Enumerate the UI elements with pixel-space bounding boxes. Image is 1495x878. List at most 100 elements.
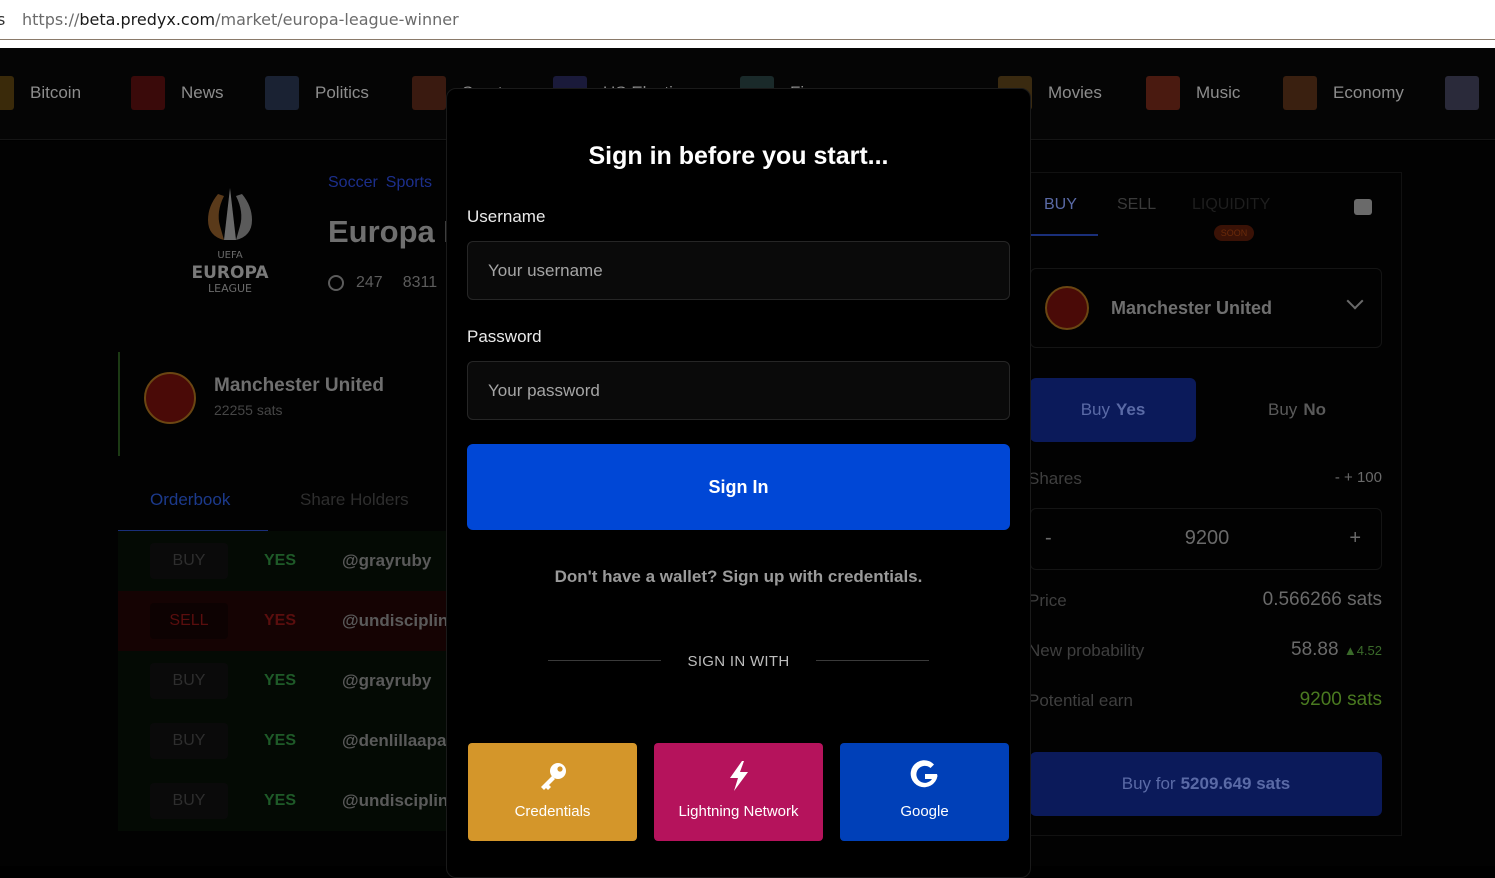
buy-for-prefix: Buy for [1121,774,1176,793]
category-label: Politics [315,83,369,102]
browser-address-bar[interactable]: s https://beta.predyx.com/market/europa-… [0,0,1495,40]
url-text[interactable]: https://beta.predyx.com/market/europa-le… [22,10,459,29]
lightning-network-label: Lightning Network [678,803,799,820]
buy-tab-underline [1030,234,1098,236]
category-economy[interactable]: Economy [1283,75,1404,111]
quantity-value[interactable]: 9200 [1031,527,1383,550]
music-thumb-icon [1146,76,1180,110]
chevron-down-icon [1346,292,1364,310]
category-music[interactable]: Music [1146,75,1240,111]
selected-outcome: Manchester United [1111,298,1273,318]
category-label: Movies [1048,83,1102,102]
tab-buy[interactable]: BUY [1044,196,1077,214]
buy-for-amount: 5209.649 sats [1180,774,1291,793]
bitcoin-thumb-icon [0,76,14,110]
buy-for-button[interactable]: Buy for 5209.649 sats [1030,752,1382,816]
outcome-name: Manchester United [214,375,384,396]
category-bitcoin[interactable]: Bitcoin [0,75,81,111]
tab-liquidity: LIQUIDITY [1192,196,1271,213]
category-politics[interactable]: Politics [265,75,369,111]
quantity-stepper: 9200 - + [1030,508,1382,570]
category-label: Bitcoin [30,83,82,102]
stat-b: 8311 [402,274,438,291]
order-side: BUY [150,723,228,759]
order-outcome: YES [264,612,297,629]
wallet-icon[interactable] [1354,199,1372,215]
soon-badge: SOON [1214,225,1254,241]
credentials-label: Credentials [514,803,591,820]
outcome-sats: 22255 sats [214,402,283,418]
credentials-button[interactable]: Credentials [468,743,637,841]
buy-no-word: No [1303,400,1326,419]
url-host: beta.predyx.com [79,10,216,29]
potential-earn-label: Potential earn [1028,691,1133,710]
google-label: Google [900,803,949,820]
shares-label: Shares [1028,469,1082,488]
increment-button[interactable]: + [1349,527,1361,550]
politics-thumb-icon [265,76,299,110]
clipped-glyph: s [0,10,6,29]
browser-divider [0,40,1495,48]
outcome-card[interactable]: Manchester United 22255 sats [118,352,448,456]
modal-title: Sign in before you start... [588,142,889,170]
signup-link[interactable]: Don't have a wallet? Sign up with creden… [0,567,1477,587]
sign-in-with-text: SIGN IN WITH [687,653,790,670]
outcome-select[interactable]: Manchester United [1030,268,1382,348]
stat-a: 247 [356,274,383,291]
svg-text:LEAGUE: LEAGUE [208,282,252,295]
crosshair-icon [328,275,344,291]
tab-sell[interactable]: SELL [1117,196,1156,214]
order-row: BUY YES @denlillaapa [118,711,448,771]
potential-earn-value: 9200 sats [1299,689,1382,710]
signin-button[interactable]: Sign In [467,444,1010,530]
sports-thumb-icon [412,76,446,110]
order-row: SELL YES @undisciplined [118,591,448,651]
password-label: Password [467,327,542,346]
buy-yes-button[interactable]: Buy Yes [1030,378,1196,442]
order-user[interactable]: @undisciplined [342,611,448,631]
market-tags: Soccer Sports [328,174,440,192]
tab-share-holders[interactable]: Share Holders [300,490,409,510]
market-stats: 247 8311 [328,274,437,292]
buy-yes-word: Yes [1115,400,1146,419]
shares-hint: - + 100 [1334,469,1382,486]
svg-text:UEFA: UEFA [217,250,242,261]
tab-orderbook[interactable]: Orderbook [150,490,230,510]
order-user[interactable]: @grayruby [342,671,448,691]
category-news[interactable]: News [131,75,224,111]
decrement-button[interactable]: - [1045,527,1052,550]
url-scheme: https:// [22,10,80,29]
order-user[interactable]: @denlillaapa [342,731,448,751]
price-value: 0.566266 sats [1262,589,1382,610]
order-outcome: YES [264,672,297,689]
economy-thumb-icon [1283,76,1317,110]
order-outcome: YES [264,792,297,809]
europa-league-logo: UEFA EUROPA LEAGUE [191,188,269,295]
buy-no-prefix: Buy [1268,400,1298,419]
google-button[interactable]: Google [840,743,1009,841]
buy-no-button[interactable]: Buy No [1212,378,1382,442]
lightning-network-button[interactable]: Lightning Network [654,743,823,841]
username-input[interactable] [467,241,1010,300]
order-user[interactable]: @undisciplined [342,791,448,811]
tag-sports[interactable]: Sports [386,174,432,191]
market-tabs: Orderbook Share Holders [118,480,448,532]
category-label: Economy [1333,83,1404,102]
svg-text:EUROPA: EUROPA [191,263,269,283]
price-label: Price [1028,591,1067,610]
key-icon [468,759,637,797]
order-outcome: YES [264,732,297,749]
category-label: Music [1196,83,1241,102]
tag-soccer[interactable]: Soccer [328,174,378,191]
buy-yes-prefix: Buy [1080,400,1110,419]
password-input[interactable] [467,361,1010,420]
username-label: Username [467,207,546,226]
lightning-icon [654,759,823,797]
order-side: SELL [150,603,228,639]
person-thumb-icon [1445,76,1479,110]
category-person[interactable] [1445,75,1495,111]
category-label: News [181,83,224,102]
order-side: BUY [150,783,228,819]
divider-right [816,660,929,661]
url-path: /market/europa-league-winner [215,10,459,29]
